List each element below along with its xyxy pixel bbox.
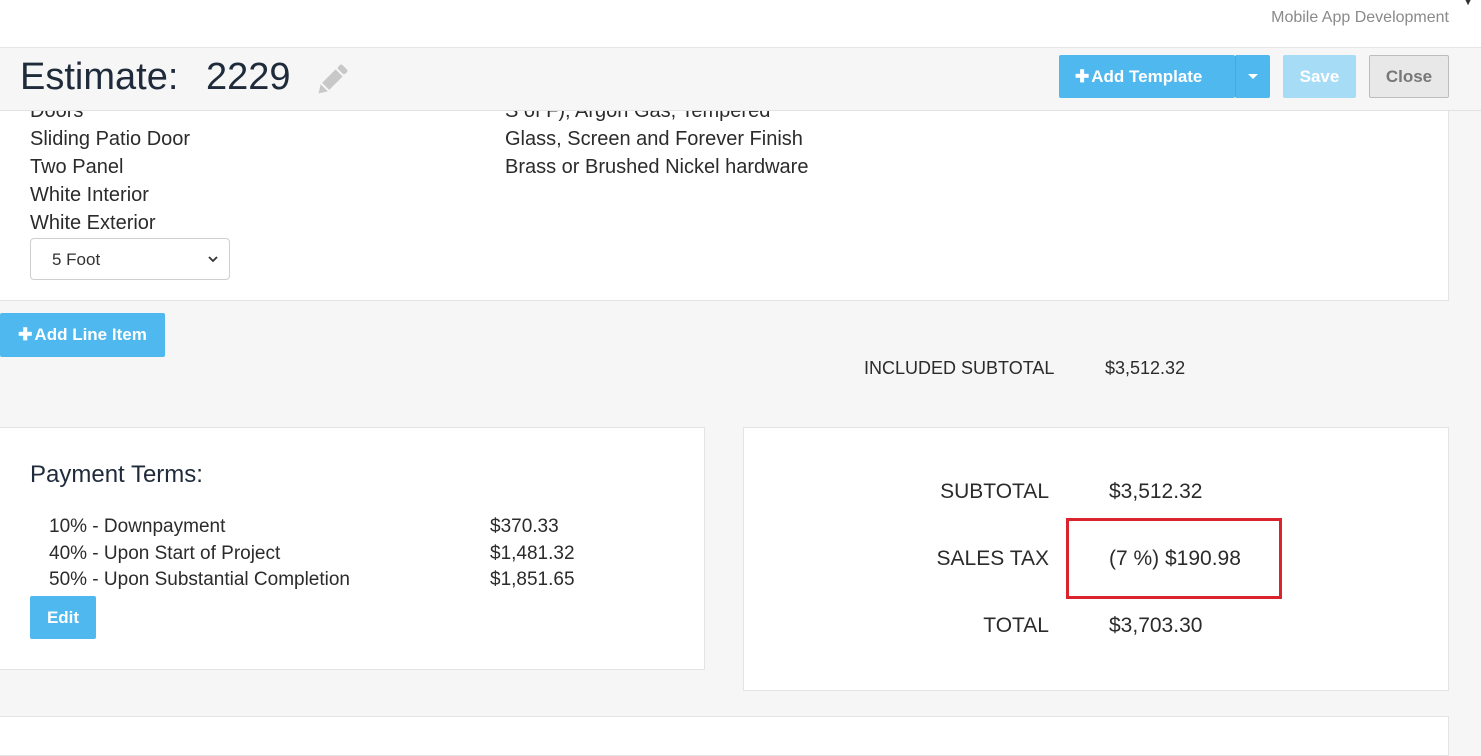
included-subtotal-value: $3,512.32 (1105, 358, 1186, 378)
highlight-box (1066, 518, 1282, 599)
chevron-down-icon (208, 256, 218, 263)
line-item-panel: Doors Sliding Patio Door Two Panel White… (0, 90, 1449, 301)
payment-term-label: 40% - Upon Start of Project (49, 543, 281, 564)
add-line-item-label: Add Line Item (34, 325, 147, 344)
add-template-label: Add Template (1091, 66, 1203, 86)
subtotal-label: SUBTOTAL (940, 480, 1049, 503)
line-item-text: White Exterior (30, 212, 156, 234)
size-select-value: 5 Foot (52, 250, 101, 269)
total-value: $3,703.30 (1109, 614, 1203, 637)
size-select[interactable]: 5 Foot (30, 238, 230, 280)
plus-icon: ✚ (1075, 66, 1090, 86)
estimate-header: Estimate: 2229 ✚ Add Template Save Close (0, 48, 1481, 111)
line-item-text: Sliding Patio Door (30, 128, 191, 150)
company-name: Mobile App Development (1271, 9, 1449, 26)
payment-term-value: $370.33 (490, 516, 559, 537)
totals-panel: SUBTOTAL $3,512.32 SALES TAX (7 %) $190.… (743, 427, 1449, 691)
payment-term-label: 10% - Downpayment (49, 516, 226, 537)
edit-payment-terms-button[interactable]: Edit (30, 596, 96, 639)
caret-down-icon (1248, 74, 1258, 79)
save-button[interactable]: Save (1283, 55, 1356, 98)
line-item-text: Two Panel (30, 156, 124, 178)
payment-term-value: $1,851.65 (490, 569, 575, 590)
plus-icon: ✚ (18, 325, 33, 344)
add-template-dropdown-toggle[interactable] (1235, 55, 1270, 98)
page-title: Estimate: (20, 56, 179, 98)
estimate-number: 2229 (206, 56, 291, 98)
included-subtotal-label: INCLUDED SUBTOTAL (864, 358, 1055, 378)
close-button[interactable]: Close (1369, 55, 1449, 98)
add-template-button[interactable]: ✚ Add Template (1059, 55, 1235, 98)
subtotal-value: $3,512.32 (1109, 480, 1203, 503)
payment-terms-title: Payment Terms: (30, 461, 203, 488)
payment-term-label: 50% - Upon Substantial Completion (49, 569, 351, 590)
pencil-icon[interactable] (312, 60, 352, 100)
bottom-panel (0, 716, 1449, 756)
line-item-description: Brass or Brushed Nickel hardware (505, 156, 809, 178)
payment-term-value: $1,481.32 (490, 543, 575, 564)
line-item-text: White Interior (30, 184, 149, 206)
total-label: TOTAL (983, 614, 1049, 637)
sales-tax-label: SALES TAX (936, 547, 1049, 570)
payment-terms-panel: Payment Terms: 10% - Downpayment $370.33… (0, 427, 705, 670)
add-line-item-button[interactable]: ✚ Add Line Item (0, 313, 165, 357)
chevron-down-icon[interactable]: ▼ (1461, 0, 1475, 8)
top-navbar: ▼ Mobile App Development (0, 0, 1481, 48)
line-item-description: Glass, Screen and Forever Finish (505, 128, 803, 150)
